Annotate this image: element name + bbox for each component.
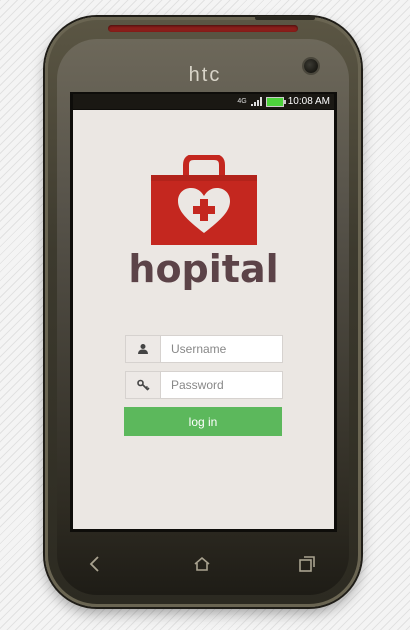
app-title: hopital — [128, 247, 279, 291]
network-indicator: 4G — [237, 98, 247, 105]
user-icon — [126, 336, 161, 362]
front-camera — [304, 59, 318, 73]
app-screen: hopital log in — [73, 110, 334, 529]
password-field[interactable] — [125, 371, 283, 399]
earpiece-speaker — [108, 25, 298, 32]
battery-icon — [265, 96, 286, 107]
recents-icon[interactable] — [295, 552, 319, 576]
password-input[interactable] — [161, 372, 282, 398]
status-bar: 4G 10:08 AM — [73, 94, 334, 109]
key-icon — [126, 372, 161, 398]
username-field[interactable] — [125, 335, 283, 363]
nav-bar — [45, 540, 361, 590]
device-brand-logo: htc — [188, 64, 222, 86]
home-icon[interactable] — [190, 552, 214, 576]
power-button — [255, 16, 315, 20]
back-icon[interactable] — [83, 552, 107, 576]
medical-bag-logo-icon — [151, 155, 257, 245]
login-button[interactable]: log in — [124, 407, 282, 436]
username-input[interactable] — [161, 336, 282, 362]
status-time: 10:08 AM — [287, 96, 330, 107]
signal-icon — [250, 97, 262, 106]
